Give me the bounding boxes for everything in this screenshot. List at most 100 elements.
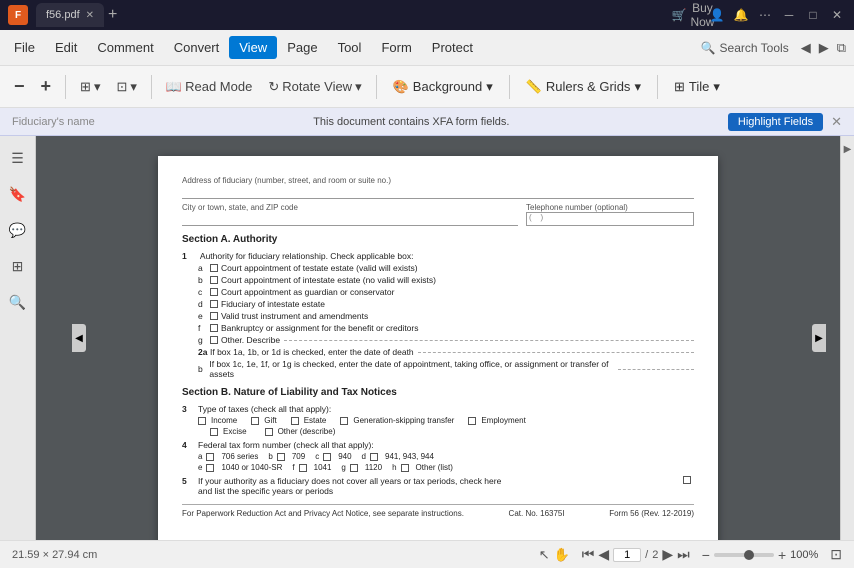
xfa-banner: Fiduciary's name This document contains … — [0, 108, 854, 136]
hand-tool-button[interactable]: ✋ — [554, 547, 570, 563]
rulers-grids-button[interactable]: 📏 Rulers & Grids ▾ — [518, 75, 649, 99]
checkbox-1e[interactable] — [210, 312, 218, 320]
highlight-fields-button[interactable]: Highlight Fields — [728, 113, 823, 131]
tab-close-button[interactable]: ✕ — [86, 10, 94, 21]
checkbox-other-form[interactable] — [401, 464, 409, 472]
new-tab-button[interactable]: + — [108, 6, 117, 24]
menu-dots-button[interactable]: ⋯ — [756, 6, 774, 24]
checkbox-940[interactable] — [323, 453, 331, 461]
last-page-button[interactable]: ⏭ — [677, 546, 690, 563]
background-label: Background — [413, 79, 482, 94]
zoom-slider-thumb — [744, 550, 754, 560]
status-bar: 21.59 × 27.94 cm ↖ ✋ ⏮ ◀ / 2 ▶ ⏭ − + 100… — [0, 540, 854, 568]
zoom-minus-button[interactable]: − — [8, 72, 31, 101]
menu-convert[interactable]: Convert — [164, 36, 230, 59]
chevron-down-icon-2: ▾ — [130, 79, 137, 95]
checkbox-1c[interactable] — [210, 288, 218, 296]
checkbox-1041[interactable] — [299, 464, 307, 472]
row-1c-text: Court appointment as guardian or conserv… — [221, 287, 394, 297]
checkbox-941[interactable] — [370, 453, 378, 461]
checkbox-excise[interactable] — [210, 428, 218, 436]
zoom-plus-button[interactable]: + — [35, 72, 58, 101]
buy-now-button[interactable]: 🛒 Buy Now — [684, 6, 702, 24]
section-b-header: Section B. Nature of Liability and Tax N… — [182, 387, 694, 398]
view-toggle-button[interactable]: ⊞ ▾ — [74, 75, 106, 99]
close-window-button[interactable]: ✕ — [828, 6, 846, 24]
document-tab[interactable]: f56.pdf ✕ — [36, 3, 104, 27]
tile-label: Tile — [689, 79, 709, 94]
checkbox-706[interactable] — [206, 453, 214, 461]
sidebar-comment-icon[interactable]: 💬 — [4, 216, 32, 244]
menu-protect[interactable]: Protect — [422, 36, 483, 59]
forward-button[interactable]: ▶ — [815, 40, 833, 56]
menu-form[interactable]: Form — [371, 36, 421, 59]
menu-tool[interactable]: Tool — [328, 36, 372, 59]
right-panel-collapse[interactable]: ▶ — [812, 324, 826, 352]
left-panel-collapse[interactable]: ◀ — [72, 324, 86, 352]
checkbox-709[interactable] — [277, 453, 285, 461]
back-button[interactable]: ◀ — [797, 40, 815, 56]
fit-page-button[interactable]: ⊡ ▾ — [110, 75, 142, 99]
sidebar-search-icon[interactable]: 🔍 — [4, 288, 32, 316]
menu-edit[interactable]: Edit — [45, 36, 87, 59]
fit-window-button[interactable]: ⊡ — [830, 546, 842, 563]
zoom-out-button[interactable]: − — [702, 547, 710, 563]
row-5-content: If your authority as a fiduciary does no… — [198, 476, 683, 496]
menu-page[interactable]: Page — [277, 36, 327, 59]
cursor-tool-button[interactable]: ↖ — [539, 547, 550, 563]
search-tools-button[interactable]: 🔍 Search Tools — [693, 39, 797, 57]
checkbox-gst[interactable] — [340, 417, 348, 425]
toolbar-separator-4 — [509, 75, 510, 99]
notification-button[interactable]: 🔔 — [732, 6, 750, 24]
row-1d-text: Fiduciary of intestate estate — [221, 299, 325, 309]
right-sidebar[interactable]: ▶ — [840, 136, 854, 540]
page-number-input[interactable] — [613, 548, 641, 562]
tax-types-row2: Excise Other (describe) — [182, 427, 694, 436]
background-button[interactable]: 🎨 Background ▾ — [385, 75, 501, 99]
sidebar-nav-icon[interactable]: ☰ — [4, 144, 32, 172]
sidebar-bookmark-icon[interactable]: 🔖 — [4, 180, 32, 208]
menu-file[interactable]: File — [4, 36, 45, 59]
tile-button[interactable]: ⊞ Tile ▾ — [666, 75, 728, 99]
checkbox-row5[interactable] — [683, 476, 691, 484]
external-link-button[interactable]: ⧉ — [833, 40, 850, 56]
checkbox-income[interactable] — [198, 417, 206, 425]
menu-comment[interactable]: Comment — [87, 36, 163, 59]
xfa-banner-close-button[interactable]: ✕ — [831, 114, 842, 130]
row-1a-text: Court appointment of testate estate (val… — [221, 263, 418, 273]
toolbar: − + ⊞ ▾ ⊡ ▾ 📖 Read Mode ↻ Rotate View ▾ … — [0, 66, 854, 108]
tax-excise: Excise — [210, 427, 247, 436]
sidebar-pages-icon[interactable]: ⊞ — [4, 252, 32, 280]
checkbox-1f[interactable] — [210, 324, 218, 332]
section-a-header: Section A. Authority — [182, 234, 694, 245]
checkbox-1120[interactable] — [350, 464, 358, 472]
row-1e-text: Valid trust instrument and amendments — [221, 311, 368, 321]
footer-cat: Cat. No. 16375I — [509, 509, 565, 518]
title-bar-controls: 🛒 Buy Now 👤 🔔 ⋯ ─ □ ✕ — [684, 6, 846, 24]
checkbox-1d[interactable] — [210, 300, 218, 308]
toolbar-separator-2 — [151, 75, 152, 99]
checkbox-1g[interactable] — [210, 336, 218, 344]
minimize-button[interactable]: ─ — [780, 6, 798, 24]
read-mode-button[interactable]: 📖 Read Mode — [160, 75, 258, 99]
first-page-button[interactable]: ⏮ — [582, 546, 595, 563]
chevron-down-icon-4: ▾ — [486, 79, 493, 95]
left-chevron-icon: ◀ — [75, 333, 83, 344]
zoom-in-button[interactable]: + — [778, 547, 786, 563]
maximize-button[interactable]: □ — [804, 6, 822, 24]
checkbox-other-tax[interactable] — [265, 428, 273, 436]
checkbox-estate[interactable] — [291, 417, 299, 425]
checkbox-1a[interactable] — [210, 264, 218, 272]
checkbox-1b[interactable] — [210, 276, 218, 284]
zoom-slider[interactable] — [714, 553, 774, 557]
footer-form: Form 56 (Rev. 12-2019) — [609, 509, 694, 518]
rotate-view-button[interactable]: ↻ Rotate View ▾ — [262, 75, 367, 99]
prev-page-button[interactable]: ◀ — [598, 546, 609, 563]
tile-icon: ⊞ — [674, 79, 685, 95]
checkbox-employment[interactable] — [468, 417, 476, 425]
checkbox-1040[interactable] — [206, 464, 214, 472]
user-icon-button[interactable]: 👤 — [708, 6, 726, 24]
next-page-button[interactable]: ▶ — [662, 546, 673, 563]
checkbox-gift[interactable] — [251, 417, 259, 425]
menu-view[interactable]: View — [229, 36, 277, 59]
